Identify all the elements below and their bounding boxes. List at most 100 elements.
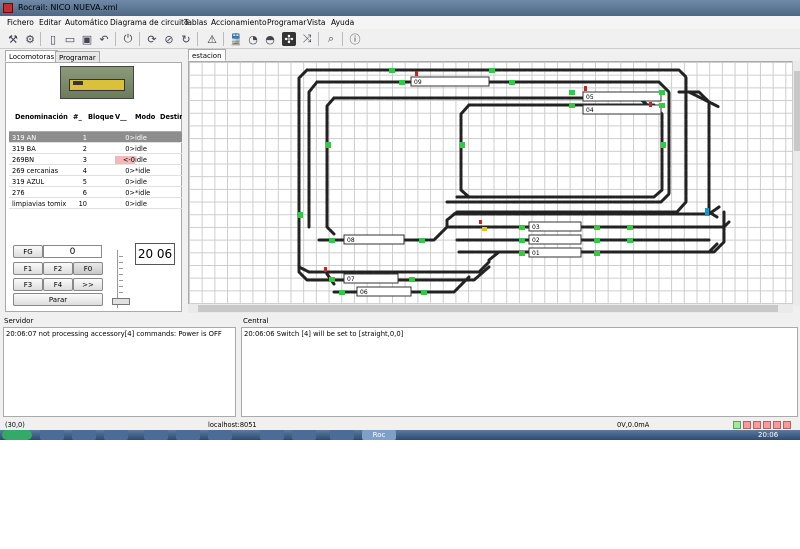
table-row[interactable]: 319 AN 1 0> idle bbox=[9, 132, 182, 143]
more-functions-button[interactable]: >> bbox=[73, 278, 103, 291]
track-plan[interactable]: 09 05 04 08 03 02 01 07 06 bbox=[188, 61, 793, 306]
menu-bar: Fichero Editar Automático Diagrama de ci… bbox=[0, 16, 800, 29]
start-button[interactable] bbox=[2, 430, 32, 440]
speed-slider[interactable] bbox=[112, 250, 130, 308]
stop-button[interactable]: Parar bbox=[13, 293, 103, 306]
rocrail-icon bbox=[3, 3, 13, 13]
cell-num: 10 bbox=[78, 200, 87, 208]
tools-icon[interactable]: ⚒ bbox=[6, 32, 20, 46]
block-label-06: 06 bbox=[360, 289, 368, 296]
cell-name: 269BN bbox=[12, 156, 35, 164]
menu-programar[interactable]: Programar bbox=[267, 18, 306, 27]
table-row[interactable]: 269 cercanias 4 0> *idle bbox=[9, 165, 182, 176]
status-host: localhost:8051 bbox=[208, 421, 257, 429]
taskbar-app-6[interactable] bbox=[208, 430, 232, 440]
info-icon[interactable]: ⓘ bbox=[348, 32, 362, 46]
taskbar-app-9[interactable] bbox=[330, 430, 354, 440]
switch-indicator bbox=[705, 208, 709, 216]
cell-name: 276 bbox=[12, 189, 25, 197]
menu-ayuda[interactable]: Ayuda bbox=[331, 18, 354, 27]
col-modo[interactable]: Modo bbox=[135, 113, 155, 121]
cell-v: 0> bbox=[125, 134, 135, 142]
stop-icon[interactable]: ⊘ bbox=[162, 32, 176, 46]
block-label-07: 07 bbox=[347, 276, 355, 283]
menu-automatico[interactable]: Automático bbox=[65, 18, 108, 27]
undo-icon[interactable]: ↶ bbox=[97, 32, 111, 46]
plan-vertical-scrollbar[interactable] bbox=[792, 61, 800, 306]
clock-display: 20 06 bbox=[135, 243, 175, 265]
speedometer-icon[interactable]: ◓ bbox=[263, 32, 277, 46]
cell-mode: idle bbox=[135, 145, 147, 153]
power-icon[interactable]: ⏻ bbox=[121, 32, 135, 46]
tab-locomotoras[interactable]: Locomotoras bbox=[5, 50, 59, 62]
train-icon[interactable]: 🚆 bbox=[229, 32, 243, 46]
cell-name: 319 BA bbox=[12, 145, 36, 153]
cell-mode: idle bbox=[135, 200, 147, 208]
taskbar-rocrail[interactable]: Roc bbox=[362, 430, 396, 440]
col-bloque[interactable]: Bloque bbox=[88, 113, 114, 121]
taskbar-app-1[interactable] bbox=[40, 430, 64, 440]
warning-icon[interactable]: ⚠ bbox=[205, 32, 219, 46]
toolbar: ⚒ ⚙ ▯ ▭ ▣ ↶ ⏻ ⟳ ⊘ ↻ ⚠ 🚆 ◔ ◓ ✣ ⤨ ⌕ ⓘ bbox=[0, 29, 800, 49]
menu-vista[interactable]: Vista bbox=[307, 18, 326, 27]
menu-diagrama[interactable]: Diagrama de circuito bbox=[110, 18, 189, 27]
taskbar-app-8[interactable] bbox=[292, 430, 316, 440]
col-destino[interactable]: Destino bbox=[160, 113, 182, 121]
search-icon[interactable]: ⌕ bbox=[324, 32, 338, 46]
status-power: 0V,0.0mA bbox=[617, 421, 650, 429]
server-log[interactable]: 20:06:07 not processing accessory[4] com… bbox=[3, 327, 236, 417]
block-09 bbox=[410, 76, 490, 87]
menu-editar[interactable]: Editar bbox=[39, 18, 61, 27]
cell-name: 319 AZUL bbox=[12, 178, 45, 186]
block-05 bbox=[582, 91, 662, 102]
taskbar-app-2[interactable] bbox=[72, 430, 96, 440]
central-log[interactable]: 20:06:06 Switch [4] will be set to [stra… bbox=[241, 327, 798, 417]
f2-button[interactable]: F2 bbox=[43, 262, 73, 275]
timer-icon[interactable]: ◔ bbox=[246, 32, 260, 46]
taskbar-app-4[interactable] bbox=[144, 430, 168, 440]
f1-button[interactable]: F1 bbox=[13, 262, 43, 275]
central-label: Central bbox=[243, 317, 269, 325]
network-icon[interactable]: ✣ bbox=[282, 32, 296, 46]
central-log-message: 20:06:06 Switch [4] will be set to [stra… bbox=[244, 330, 404, 338]
status-led-4 bbox=[773, 421, 781, 429]
col-denominacion[interactable]: Denominación bbox=[15, 113, 68, 121]
taskbar-app-3[interactable] bbox=[104, 430, 128, 440]
status-coords: (30,0) bbox=[5, 421, 25, 429]
col-v[interactable]: V__ bbox=[115, 113, 127, 121]
cell-mode: *idle bbox=[135, 189, 151, 197]
table-row[interactable]: 269BN 3 <-0 idle bbox=[9, 154, 182, 165]
table-row[interactable]: limpiavias tomix 10 0> idle bbox=[9, 198, 182, 209]
speed-slider-thumb[interactable] bbox=[112, 298, 130, 305]
block-label-08: 08 bbox=[347, 237, 355, 244]
f0-button[interactable]: F0 bbox=[73, 262, 103, 275]
menu-fichero[interactable]: Fichero bbox=[7, 18, 34, 27]
new-icon[interactable]: ▯ bbox=[46, 32, 60, 46]
table-row[interactable]: 276 6 0> *idle bbox=[9, 187, 182, 198]
menu-tablas[interactable]: Tablas bbox=[184, 18, 207, 27]
cell-mode: idle bbox=[135, 178, 147, 186]
gear-icon[interactable]: ⚙ bbox=[23, 32, 37, 46]
cell-v: 0> bbox=[125, 145, 135, 153]
taskbar-app-7[interactable] bbox=[260, 430, 284, 440]
col-num[interactable]: #_ bbox=[73, 113, 82, 121]
save-icon[interactable]: ▣ bbox=[80, 32, 94, 46]
cell-v: 0> bbox=[125, 200, 135, 208]
server-log-message: 20:06:07 not processing accessory[4] com… bbox=[6, 330, 222, 338]
fg-button[interactable]: FG bbox=[13, 245, 43, 258]
cell-num: 5 bbox=[82, 178, 87, 186]
f4-button[interactable]: F4 bbox=[43, 278, 73, 291]
plan-horizontal-scrollbar[interactable] bbox=[188, 304, 793, 313]
f3-button[interactable]: F3 bbox=[13, 278, 43, 291]
open-icon[interactable]: ▭ bbox=[63, 32, 77, 46]
table-row[interactable]: 319 AZUL 5 0> idle bbox=[9, 176, 182, 187]
shuffle-icon[interactable]: ⤨ bbox=[300, 32, 314, 46]
table-row[interactable]: 319 BA 2 0> idle bbox=[9, 143, 182, 154]
reset-icon[interactable]: ↻ bbox=[179, 32, 193, 46]
menu-accionamiento[interactable]: Accionamiento bbox=[211, 18, 267, 27]
auto-icon[interactable]: ⟳ bbox=[145, 32, 159, 46]
cell-num: 6 bbox=[82, 189, 87, 197]
cell-v: 0> bbox=[125, 167, 135, 175]
taskbar-app-5[interactable] bbox=[176, 430, 200, 440]
tab-estacion[interactable]: estacion bbox=[188, 49, 226, 61]
